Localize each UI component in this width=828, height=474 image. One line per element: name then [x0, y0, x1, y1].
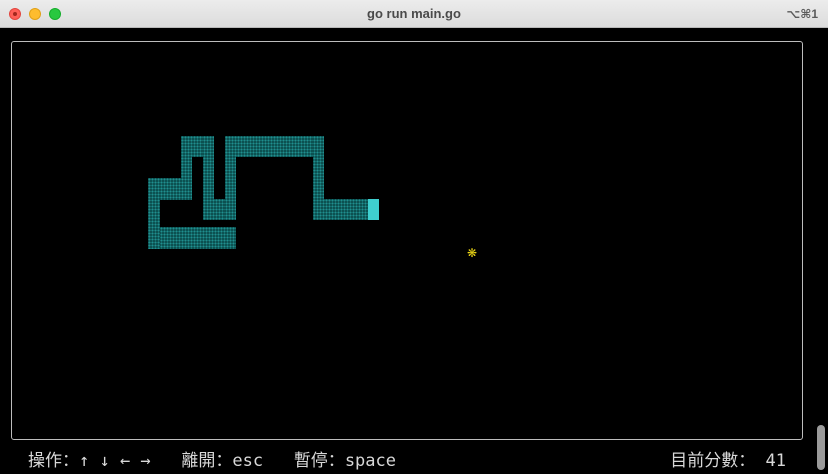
score-value: 41 — [765, 451, 786, 471]
quit-label: 離開： — [181, 451, 233, 471]
pause-key: space — [344, 451, 396, 471]
status-bar: 操作：↑ ↓ ← → 離開：esc 暫停：space 目前分數： 41 — [0, 448, 828, 474]
window-title: go run main.go — [367, 6, 461, 21]
controls-label: 操作： — [28, 451, 79, 471]
snake-segment — [313, 199, 369, 220]
snake-head — [368, 199, 379, 220]
score-display: 目前分數： 41 — [670, 448, 786, 474]
score-label: 目前分數： — [670, 451, 756, 471]
controls-keys: ↑ ↓ ← → — [79, 451, 151, 471]
snake-segment — [225, 136, 324, 157]
window-shortcut-label: ⌥⌘1 — [786, 7, 818, 21]
quit-key: esc — [232, 451, 264, 471]
controls-hint: 操作：↑ ↓ ← → 離開：esc 暫停：space — [28, 448, 396, 474]
scrollbar-thumb[interactable] — [817, 425, 825, 470]
game-board: ❋ — [11, 41, 803, 440]
pause-label: 暫停： — [293, 451, 345, 471]
window-titlebar[interactable]: go run main.go ⌥⌘1 — [0, 0, 828, 28]
snake-segment — [148, 227, 236, 249]
terminal-area[interactable]: ❋ 操作：↑ ↓ ← → 離開：esc 暫停：space 目前分數： 41 — [0, 28, 828, 474]
food-item: ❋ — [467, 246, 478, 260]
